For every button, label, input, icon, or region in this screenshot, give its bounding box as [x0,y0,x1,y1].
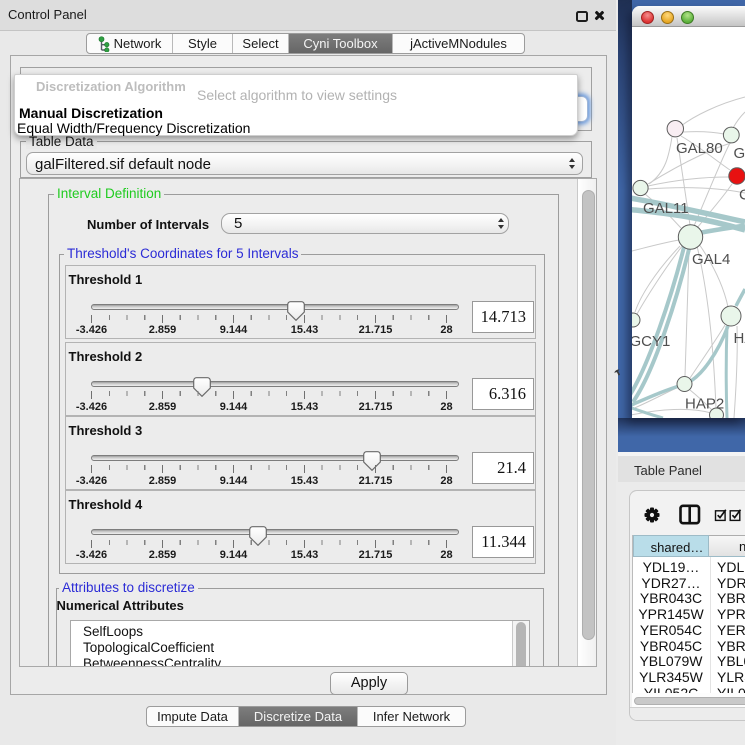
svg-text:HA: HA [734,330,745,347]
svg-text:HAP2: HAP2 [685,396,724,413]
svg-text:GAL80: GAL80 [676,140,723,157]
svg-text:GA: GA [734,145,745,162]
svg-text:GAL4: GAL4 [692,251,730,268]
svg-text:GAL11: GAL11 [643,200,689,217]
svg-text:GCY1: GCY1 [632,333,670,350]
svg-text:CR: CR [739,187,745,204]
